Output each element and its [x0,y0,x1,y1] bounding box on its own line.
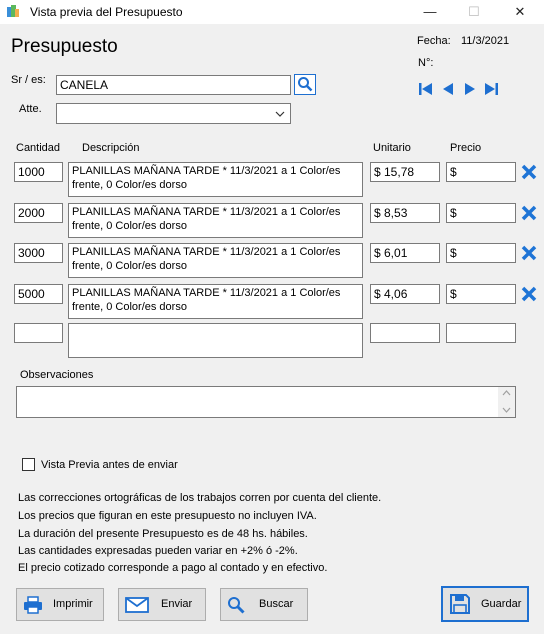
sr-label: Sr / es: [11,74,46,86]
envelope-icon [125,597,149,613]
row-5-precio[interactable] [446,323,516,343]
chevron-down-icon [275,111,285,117]
note-line: Los precios que figuran en este presupue… [18,510,317,522]
preview-checkbox-label: Vista Previa antes de enviar [41,459,178,471]
atte-label: Atte. [19,103,42,115]
row-3-descripcion[interactable]: PLANILLAS MAÑANA TARDE * 11/3/2021 a 1 C… [68,243,363,278]
row-3-unitario[interactable]: $ 6,01 [370,243,440,263]
row-1-cantidad[interactable]: 1000 [14,162,63,182]
col-descripcion: Descripción [82,142,140,154]
enviar-label: Enviar [161,598,193,610]
observaciones-label: Observaciones [20,369,94,381]
row-4-precio[interactable]: $ 20.295,49 [446,284,516,304]
guardar-button[interactable]: Guardar [441,586,529,622]
note-line: Las correcciones ortográficas de los tra… [18,492,382,504]
note-line: La duración del presente Presupuesto es … [18,528,308,540]
row-4-unitario[interactable]: $ 4,06 [370,284,440,304]
delete-x-icon[interactable] [520,244,538,262]
delete-x-icon[interactable] [520,163,538,181]
previous-record-icon[interactable] [440,81,456,97]
delete-x-icon[interactable] [520,285,538,303]
row-1-unitario[interactable]: $ 15,78 [370,162,440,182]
row-5-descripcion[interactable] [68,323,363,358]
client-search-button[interactable] [294,74,316,95]
last-record-icon[interactable] [483,81,499,97]
close-button[interactable]: ✕ [498,2,542,22]
row-2-unitario[interactable]: $ 8,53 [370,203,440,223]
scroll-down-icon[interactable] [502,407,511,413]
col-precio: Precio [450,142,482,154]
row-5-cantidad[interactable] [14,323,63,343]
observaciones-input[interactable] [16,386,516,418]
next-record-icon[interactable] [462,81,478,97]
enviar-button[interactable]: Enviar [118,588,206,621]
client-name-input[interactable]: CANELA [56,75,291,95]
magnifier-icon [228,597,245,614]
minimize-button[interactable]: — [408,2,452,22]
row-2-cantidad[interactable]: 2000 [14,203,63,223]
floppy-disk-icon [450,594,470,614]
buscar-button[interactable]: Buscar [220,588,308,621]
fecha-label: Fecha: [417,35,451,47]
row-5-unitario[interactable] [370,323,440,343]
col-unitario: Unitario [373,142,411,154]
buscar-label: Buscar [259,598,294,610]
col-cantidad: Cantidad [16,142,61,154]
row-3-cantidad[interactable]: 3000 [14,243,63,263]
scroll-up-icon[interactable] [502,390,511,396]
row-2-descripcion[interactable]: PLANILLAS MAÑANA TARDE * 11/3/2021 a 1 C… [68,203,363,238]
delete-x-icon[interactable] [520,204,538,222]
atte-select[interactable] [56,103,291,124]
page-title: Presupuesto [11,36,118,57]
row-1-descripcion[interactable]: PLANILLAS MAÑANA TARDE * 11/3/2021 a 1 C… [68,162,363,197]
first-record-icon[interactable] [418,81,434,97]
row-3-precio[interactable]: $ 18.038,95 [446,243,516,263]
imprimir-button[interactable]: Imprimir [16,588,104,621]
maximize-button[interactable]: ☐ [452,2,496,22]
app-icon [7,5,19,17]
row-4-cantidad[interactable]: 5000 [14,284,63,304]
printer-icon [24,596,42,614]
note-line: Las cantidades expresadas pueden variar … [18,545,298,557]
note-line: El precio cotizado corresponde a pago al… [18,562,328,574]
fecha-value: 11/3/2021 [461,35,510,47]
row-4-descripcion[interactable]: PLANILLAS MAÑANA TARDE * 11/3/2021 a 1 C… [68,284,363,319]
magnifier-icon [298,77,313,92]
title-bar: Vista previa del Presupuesto — ☐ ✕ [0,0,544,24]
guardar-label: Guardar [481,598,522,610]
numero-label: N°: [418,57,434,69]
row-1-precio[interactable]: $ 15.782,40 [446,162,516,182]
observaciones-scrollbar[interactable] [498,387,515,417]
row-2-precio[interactable]: $ 17.050,67 [446,203,516,223]
window-title: Vista previa del Presupuesto [30,5,183,19]
imprimir-label: Imprimir [53,598,93,610]
preview-checkbox[interactable] [22,458,35,471]
